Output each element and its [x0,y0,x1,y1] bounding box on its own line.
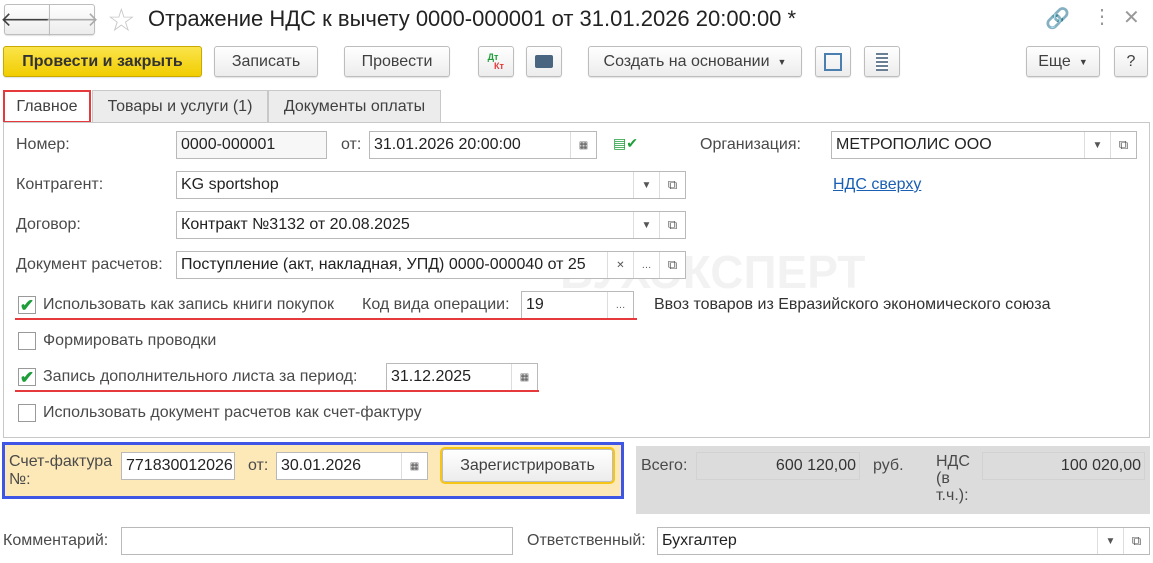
open-icon[interactable]: ⧉ [659,212,685,238]
select-icon[interactable]: … [607,292,633,318]
comment-field[interactable] [121,527,513,555]
help-button[interactable]: ? [1114,46,1148,77]
calendar-icon[interactable]: ▦ [401,453,427,479]
total-label: Всего: [641,457,688,474]
page-title: Отражение НДС к вычету 0000-000001 от 31… [148,6,797,31]
responsible-field[interactable]: Бухгалтер ▼ ⧉ [657,527,1150,555]
save-button[interactable]: Записать [214,46,318,77]
organization-label: Организация: [700,136,801,153]
tab-main[interactable]: Главное [3,90,91,123]
number-label: Номер: [16,136,70,153]
invoice-date-field[interactable]: 30.01.2026 ▦ [276,452,428,480]
structure-button[interactable] [815,46,851,77]
back-button[interactable]: 🡐 [0,4,54,35]
counterparty-label: Контрагент: [16,176,104,193]
extra-sheet-checkbox[interactable]: ✔ [18,368,36,386]
invoice-number-field[interactable]: 771830012026 [121,452,235,480]
date-label: от: [341,136,362,153]
op-code-field[interactable]: 19… [521,291,634,319]
post-and-close-button[interactable]: Провести и закрыть [3,46,202,77]
calendar-icon[interactable]: ▦ [511,364,537,390]
currency-label: руб. [873,457,904,474]
dropdown-icon[interactable]: ▼ [633,212,659,238]
post-button[interactable]: Провести [344,46,450,77]
list-button[interactable] [864,46,900,77]
create-based-on-button[interactable]: Создать на основании ▼ [588,46,802,77]
invoice-date-label: от: [248,457,269,474]
extra-sheet-date-field[interactable]: 31.12.2025 ▦ [386,363,538,391]
counterparty-field[interactable]: KG sportshop ▼ ⧉ [176,171,686,199]
make-entries-checkbox[interactable] [18,332,36,350]
dropdown-arrow-icon: ▼ [1078,56,1088,67]
responsible-label: Ответственный: [527,532,646,549]
highlight-underline [15,390,539,392]
printer-icon [535,55,553,68]
total-value: 600 120,00 [696,452,860,480]
dropdown-icon[interactable]: ▼ [1084,132,1110,158]
kt-icon: Кт [494,60,504,71]
use-as-invoice-checkbox[interactable] [18,404,36,422]
open-icon[interactable]: ⧉ [1110,132,1136,158]
number-field[interactable]: 0000-000001 [176,131,327,159]
contract-field[interactable]: Контракт №3132 от 20.08.2025 ▼ ⧉ [176,211,686,239]
make-entries-label: Формировать проводки [43,332,217,349]
link-icon[interactable]: 🔗 [1045,6,1070,31]
highlight-underline [15,318,637,320]
tab-goods[interactable]: Товары и услуги (1) [92,90,268,122]
settlement-doc-field[interactable]: Поступление (акт, накладная, УПД) 0000-0… [176,251,686,279]
select-icon[interactable]: … [633,252,659,278]
dropdown-arrow-icon: ▼ [777,56,787,67]
more-icon[interactable]: ⋮ [1092,4,1112,29]
structure-icon [824,52,842,71]
settlement-doc-label: Документ расчетов: [16,256,163,273]
posted-status-icon: ▤✔ [613,135,638,151]
dt-kt-button[interactable]: Дт Кт [478,46,514,77]
comment-label: Комментарий: [3,532,109,549]
vat-on-top-link[interactable]: НДС сверху [833,176,921,194]
clear-icon[interactable]: ✕ [607,252,633,278]
open-icon[interactable]: ⧉ [659,172,685,198]
op-code-label: Код вида операции: [362,296,510,313]
close-icon[interactable]: ✕ [1123,5,1140,30]
calendar-icon[interactable]: ▦ [570,132,596,158]
star-icon[interactable]: ☆ [107,1,136,39]
extra-sheet-label: Запись дополнительного листа за период: [43,368,358,385]
forward-button[interactable]: 🡒 [45,4,99,35]
create-based-on-label: Создать на основании [603,52,770,70]
vat-label: НДС (в т.ч.): [936,453,970,504]
organization-field[interactable]: МЕТРОПОЛИС ООО ▼ ⧉ [831,131,1137,159]
register-button[interactable]: Зарегистрировать [440,447,615,484]
more-label: Еще [1038,52,1071,70]
more-button[interactable]: Еще ▼ [1026,46,1100,77]
open-icon[interactable]: ⧉ [1123,528,1149,554]
use-as-invoice-label: Использовать документ расчетов как счет-… [43,404,422,421]
tab-payment-docs[interactable]: Документы оплаты [268,90,441,122]
contract-label: Договор: [16,216,81,233]
open-icon[interactable]: ⧉ [659,252,685,278]
print-button[interactable] [526,46,562,77]
purchase-book-checkbox[interactable]: ✔ [18,296,36,314]
dropdown-icon[interactable]: ▼ [633,172,659,198]
vat-value: 100 020,00 [982,452,1145,480]
dropdown-icon[interactable]: ▼ [1097,528,1123,554]
purchase-book-label: Использовать как запись книги покупок [43,296,335,313]
date-field[interactable]: 31.01.2026 20:00:00 ▦ [369,131,597,159]
invoice-label: Счет-фактура №: [9,453,113,488]
list-icon [876,52,888,71]
op-code-description: Ввоз товаров из Евразийского экономическ… [654,296,1051,313]
